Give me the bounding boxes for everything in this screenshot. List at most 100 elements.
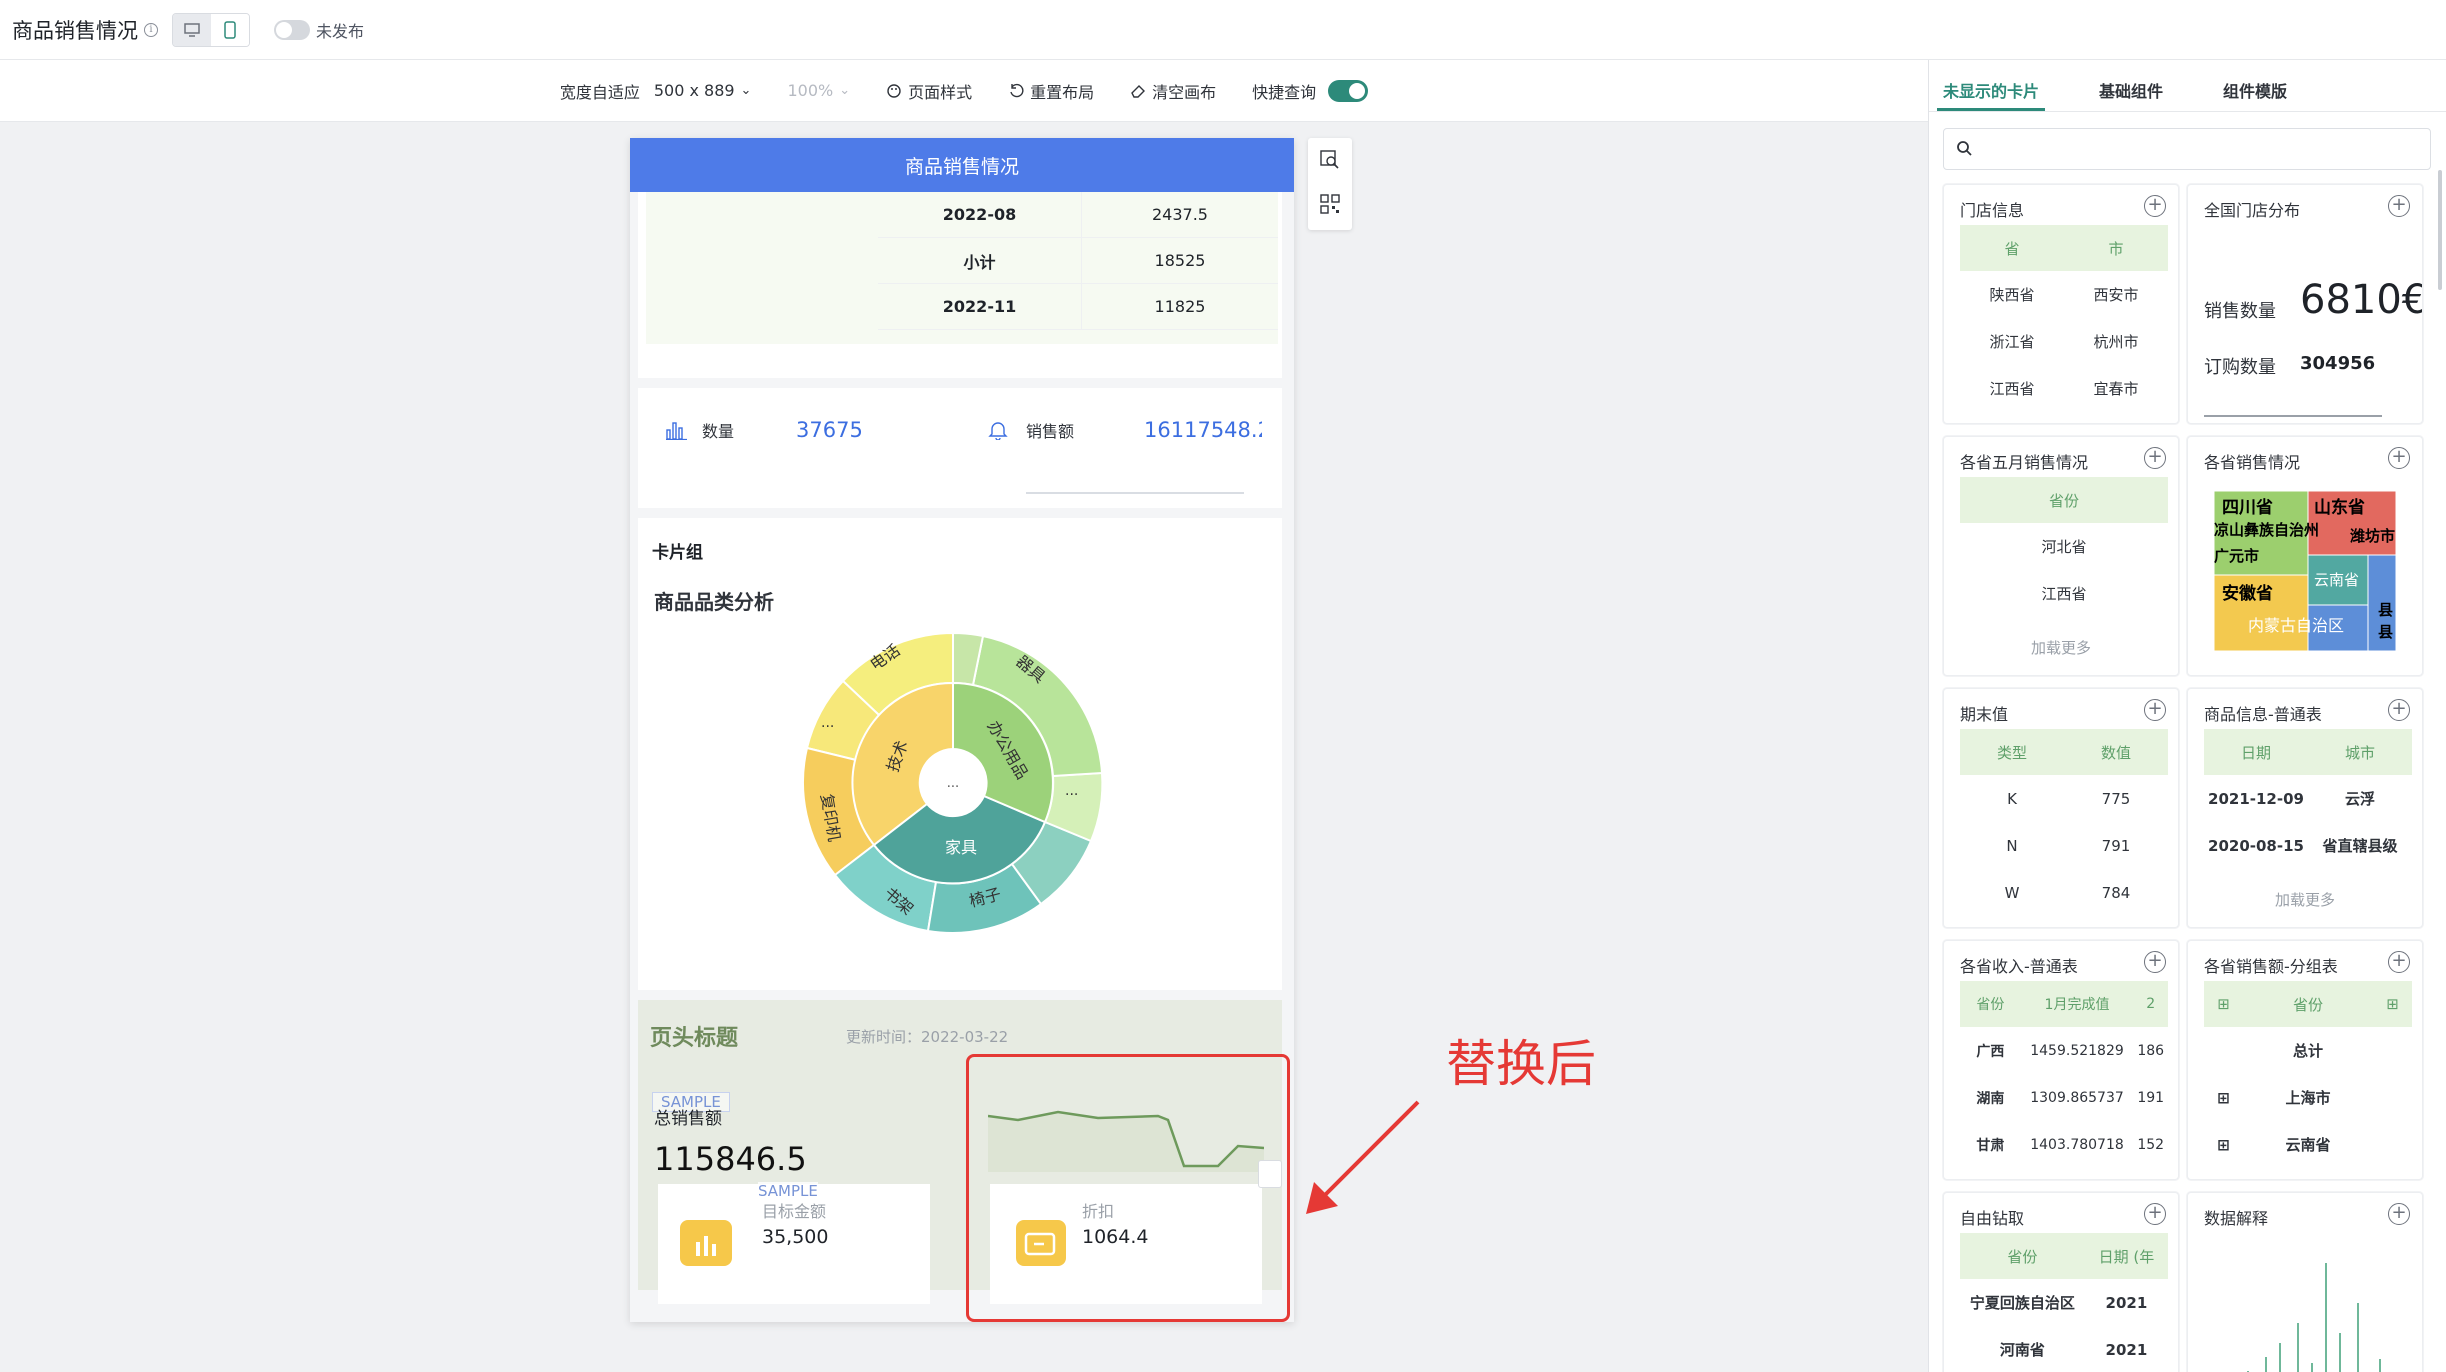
add-icon[interactable]: + [2388, 951, 2410, 973]
qty-label: 数量 [702, 422, 735, 441]
qrcode-button[interactable] [1320, 194, 1340, 218]
target-label: 目标金额 [762, 1202, 827, 1221]
add-icon[interactable]: + [2388, 195, 2410, 217]
canvas-side-tools [1308, 138, 1352, 230]
card-title: 全国门店分布 [2204, 201, 2301, 220]
eraser-icon [1131, 84, 1146, 98]
add-icon[interactable]: + [2144, 699, 2166, 721]
cell: 791 [2101, 836, 2131, 855]
col-header: 2 [2146, 996, 2156, 1012]
load-more-link[interactable]: 加载更多 [2188, 889, 2422, 910]
card-drill[interactable]: 自由钻取 + 省份 日期 (年 宁夏回族自治区 2021 河南省 2021 [1943, 1192, 2179, 1372]
card-period-end[interactable]: 期末值 + 类型 数值 K 775 N 791 W 784 [1943, 688, 2179, 928]
reset-layout-button[interactable]: 重置布局 [1008, 79, 1094, 103]
cell: 784 [2101, 883, 2131, 902]
annotation-text: 替换后 [1446, 1035, 1596, 1093]
card-national-store[interactable]: 全国门店分布 + 销售数量 6810€ 订购数量 304956 [2187, 184, 2423, 424]
tab-basic-components[interactable]: 基础组件 [2099, 60, 2163, 111]
cell-date: 2022-11 [878, 284, 1082, 329]
card-title: 商品信息-普通表 [2204, 705, 2322, 724]
width-mode-select[interactable]: 宽度自适应 500 x 889 ⌄ [560, 79, 752, 103]
card-product-info[interactable]: 商品信息-普通表 + 日期 城市 2021-12-09 云浮 2020-08-15 省… [2187, 688, 2423, 928]
scroll-indicator [2204, 415, 2382, 417]
card-province-group[interactable]: 各省销售额-分组表 + ⊞ 省份 ⊞ 总计 ⊞ 上海市 ⊞ 云南省 [2187, 940, 2423, 1180]
cell: 1459.521829 [2030, 1042, 2124, 1059]
card-store-info[interactable]: 门店信息 + 省 市 陕西省 西安市 浙江省 杭州市 江西省 宜春市 [1943, 184, 2179, 424]
metric-value: 304956 [2300, 353, 2376, 374]
mini-table: 省份 河北省 江西省 [1960, 477, 2168, 617]
treemap-label: 四川省 [2222, 497, 2273, 518]
quick-query-toggle[interactable]: 快捷查询 [1252, 79, 1369, 103]
panel-tabs: 未显示的卡片 基础组件 组件模版 [1929, 60, 2446, 112]
cell: 浙江省 [1989, 333, 2035, 351]
publish-toggle[interactable] [274, 19, 310, 40]
metric-label: 订购数量 [2204, 357, 2276, 378]
add-icon[interactable]: + [2388, 1203, 2410, 1225]
metric-value: 6810€ [2300, 277, 2423, 323]
cell: 陕西省 [1989, 286, 2035, 304]
expand-icon[interactable]: ⊞ [2204, 1136, 2243, 1154]
cell-date: 小计 [878, 238, 1082, 283]
quick-query-label: 快捷查询 [1252, 82, 1317, 102]
cell: 江西省 [1989, 380, 2035, 398]
add-icon[interactable]: + [2144, 447, 2166, 469]
card-province-sales[interactable]: 各省销售情况 + 四川省 山东省 凉山彝族自治州 潍坊市 广元市 安徽省 云南省… [2187, 436, 2423, 676]
explain-bars [2247, 1263, 2381, 1372]
card-data-explain[interactable]: 数据解释 + [2187, 1192, 2423, 1372]
page-style-button[interactable]: 页面样式 [886, 79, 972, 103]
treemap-label: 云南省 [2314, 571, 2359, 589]
table-block: 2022-08 2437.5 小计 18525 2022-11 11825 [638, 192, 1282, 378]
mini-table: 省份 1月完成值 2 广西 1459.521829 186 湖南 1309.865737 1… [1960, 981, 2168, 1168]
cell: 775 [2101, 789, 2131, 808]
mini-table: ⊞ 省份 ⊞ 总计 ⊞ 上海市 ⊞ 云南省 [2204, 981, 2412, 1168]
preview-button[interactable] [1320, 150, 1340, 174]
add-icon[interactable]: + [2144, 195, 2166, 217]
canvas-toolbar: 宽度自适应 500 x 889 ⌄ 100% ⌄ 页面样式 重置布局 清空画布 … [0, 60, 1928, 122]
info-icon[interactable]: i [144, 22, 158, 37]
zoom-value: 100% [787, 81, 834, 100]
col-header: 省份 [1976, 997, 2005, 1013]
mobile-view-button[interactable] [211, 13, 249, 46]
col-header: 城市 [2344, 743, 2375, 762]
zoom-select[interactable]: 100% ⌄ [787, 81, 850, 100]
cell-value: 11825 [1154, 297, 1206, 316]
quick-query-switch[interactable] [1328, 79, 1369, 102]
add-icon[interactable]: + [2144, 951, 2166, 973]
tab-component-templates[interactable]: 组件模版 [2223, 60, 2287, 111]
cell: W [2004, 883, 2020, 902]
panel-search-input[interactable] [1943, 128, 2431, 170]
card-may-sales[interactable]: 各省五月销售情况 + 省份 河北省 江西省 加载更多 [1943, 436, 2179, 676]
card-title: 数据解释 [2204, 1209, 2269, 1228]
expand-icon[interactable]: ⊞ [2204, 995, 2243, 1013]
tab-hidden-cards[interactable]: 未显示的卡片 [1936, 60, 2046, 111]
app-title: 商品销售情况 [12, 18, 138, 43]
cell: 1403.780718 [2030, 1136, 2124, 1153]
col-header: 类型 [1996, 743, 2027, 762]
add-icon[interactable]: + [2144, 1203, 2166, 1225]
card-title: 门店信息 [1960, 201, 2025, 220]
top-bar: 商品销售情况 i 未发布 [0, 0, 2446, 60]
device-toggle [172, 12, 250, 47]
add-icon[interactable]: + [2388, 447, 2410, 469]
col-header: 数值 [2100, 743, 2131, 762]
card-title: 各省销售额-分组表 [2204, 957, 2338, 976]
load-more-link[interactable]: 加载更多 [1944, 637, 2178, 658]
cell: 总计 [2292, 1042, 2323, 1060]
mini-table: 类型 数值 K 775 N 791 W 784 [1960, 729, 2168, 916]
expand-icon[interactable]: ⊞ [2204, 1089, 2243, 1107]
cell: 河北省 [2041, 538, 2087, 556]
clear-canvas-button[interactable]: 清空画布 [1130, 79, 1216, 103]
table-row: 小计 18525 [878, 238, 1278, 284]
expand-icon[interactable]: ⊞ [2373, 995, 2412, 1013]
cell: 152 [2137, 1136, 2165, 1153]
panel-scrollbar[interactable] [2438, 170, 2442, 290]
card-province-income[interactable]: 各省收入-普通表 + 省份 1月完成值 2 广西 1459.521829 186 湖南 1… [1943, 940, 2179, 1180]
cell-value: 18525 [1154, 251, 1206, 270]
desktop-view-button[interactable] [173, 13, 211, 46]
search-icon [1957, 141, 1972, 156]
treemap-label: 安徽省 [2222, 583, 2273, 604]
cell-date: 2022-08 [878, 192, 1082, 237]
add-icon[interactable]: + [2388, 699, 2410, 721]
sales-label: 销售额 [1026, 422, 1075, 441]
center-label: ... [947, 776, 959, 791]
